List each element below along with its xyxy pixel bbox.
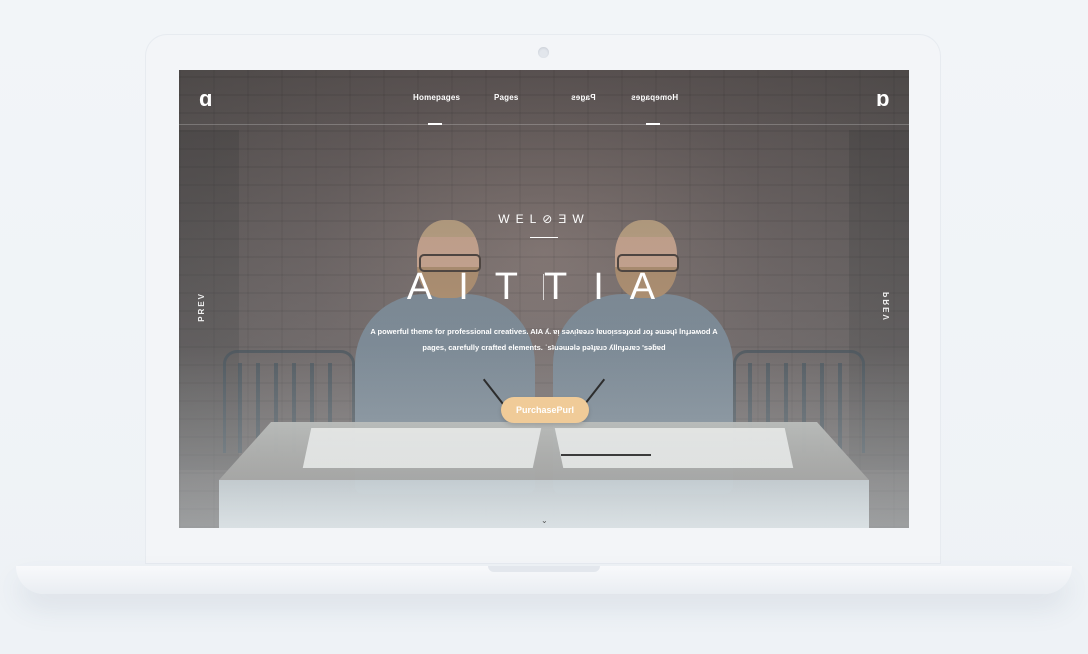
- hero-title-right: TIA: [544, 266, 682, 308]
- site-header: ɑ Homepages Pages Pages Homepages ɑ: [179, 70, 909, 125]
- hero-description: A powerful theme for professional creati…: [179, 324, 909, 356]
- scroll-down-icon[interactable]: ⌄: [541, 516, 548, 525]
- welcome-underline: [530, 237, 558, 238]
- nav-active-underline-left: [428, 123, 442, 125]
- hero-title: AITTIA: [179, 266, 909, 309]
- laptop-base-notch: [488, 566, 600, 572]
- desk-line: [561, 454, 651, 456]
- nav-item-pages-mirrored[interactable]: Pages: [571, 93, 596, 102]
- nav-active-underline-right: [646, 123, 660, 125]
- nav-item-pages[interactable]: Pages: [494, 93, 519, 102]
- nav-item-homepages[interactable]: Homepages: [413, 93, 460, 102]
- hero-description-line-1: A powerful theme for professional creati…: [370, 327, 718, 336]
- hero-title-divider: [543, 274, 544, 300]
- hero-welcome: WEL⊘ƎW: [498, 212, 590, 226]
- nav-item-homepages-mirrored[interactable]: Homepages: [631, 93, 678, 102]
- logo-left[interactable]: ɑ: [199, 88, 212, 110]
- camera-icon: [538, 47, 549, 58]
- logo-right[interactable]: ɑ: [876, 86, 889, 111]
- purchase-button[interactable]: PurchasePurl: [501, 397, 589, 423]
- laptop-screen: ɑ Homepages Pages Pages Homepages ɑ PREV…: [179, 70, 909, 528]
- hero-title-left: AIT: [406, 266, 544, 308]
- hero-description-line-2: pages, carefully crafted elements. ˙sʇuǝ…: [422, 343, 666, 352]
